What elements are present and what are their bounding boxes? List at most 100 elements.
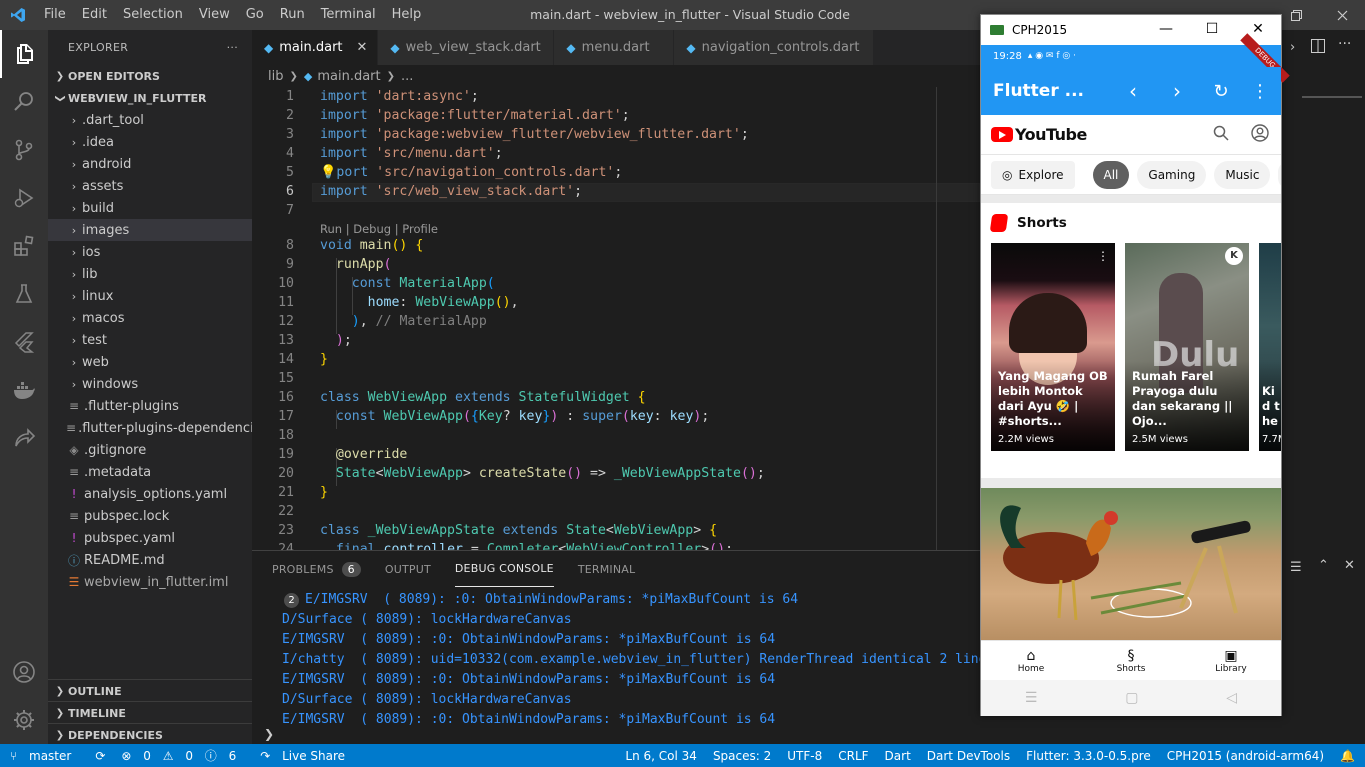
- menu-edit[interactable]: Edit: [74, 0, 115, 30]
- line-endings[interactable]: CRLF: [830, 749, 876, 763]
- search-icon[interactable]: [1213, 125, 1229, 145]
- menu-file[interactable]: File: [36, 0, 74, 30]
- sync-icon[interactable]: ⟳: [87, 749, 113, 763]
- live-share-button[interactable]: ↷ Live Share: [252, 749, 361, 763]
- tab-web-view-stack[interactable]: ◆ web_view_stack.dart: [378, 30, 555, 65]
- chip-more[interactable]: [1278, 160, 1281, 189]
- folder-item[interactable]: › .dart_tool: [48, 109, 252, 131]
- extensions-icon[interactable]: [0, 222, 48, 270]
- menu-run[interactable]: Run: [272, 0, 313, 30]
- breadcrumb-more[interactable]: ...: [401, 69, 413, 84]
- file-item[interactable]: ≡ .flutter-plugins-dependencies: [48, 417, 268, 439]
- folder-item[interactable]: › .idea: [48, 131, 252, 153]
- outline-section[interactable]: ❯ OUTLINE: [48, 679, 252, 702]
- maximize-panel-icon[interactable]: ⌃: [1318, 558, 1329, 573]
- explorer-icon[interactable]: [0, 30, 48, 78]
- file-item[interactable]: ☰ webview_in_flutter.iml: [48, 571, 252, 593]
- source-control-icon[interactable]: [0, 126, 48, 174]
- menu-help[interactable]: Help: [384, 0, 430, 30]
- folder-item[interactable]: › windows: [48, 373, 252, 395]
- problems-indicator[interactable]: ⊗ 0 ⚠ 0 ⓘ 6: [113, 747, 252, 764]
- project-section[interactable]: ❯ WEBVIEW_IN_FLUTTER: [48, 87, 252, 109]
- encoding[interactable]: UTF-8: [779, 749, 830, 763]
- console-prompt-icon[interactable]: ❯: [264, 727, 274, 741]
- forward-arrow-icon[interactable]: ›: [1155, 79, 1199, 103]
- more-vert-icon[interactable]: ⋮: [1097, 249, 1109, 263]
- language-mode[interactable]: Dart: [877, 749, 919, 763]
- file-item[interactable]: ! analysis_options.yaml: [48, 483, 252, 505]
- close-tab-icon[interactable]: ✕: [357, 40, 368, 55]
- indentation[interactable]: Spaces: 2: [705, 749, 779, 763]
- youtube-logo[interactable]: YouTube: [991, 125, 1087, 144]
- nav-library[interactable]: ▣ Library: [1181, 641, 1281, 680]
- short-card[interactable]: ⋮ Yang Magang OB lebih Montok dari Ayu 🤣…: [991, 243, 1115, 451]
- cursor-position[interactable]: Ln 6, Col 34: [617, 749, 705, 763]
- tab-menu[interactable]: ◆ menu.dart: [554, 30, 675, 65]
- folder-item[interactable]: › linux: [48, 285, 252, 307]
- settings-gear-icon[interactable]: [0, 696, 48, 744]
- menu-more-icon[interactable]: ⋮: [1243, 81, 1277, 102]
- debug-console-output[interactable]: 2 E/IMGSRV ( 8089): :0: ObtainWindowParam…: [252, 587, 994, 727]
- file-item[interactable]: ! pubspec.yaml: [48, 527, 252, 549]
- maximize-icon[interactable]: ☐: [1189, 15, 1235, 43]
- more-actions-icon[interactable]: ›: [1290, 40, 1295, 55]
- device-selector[interactable]: CPH2015 (android-arm64): [1159, 749, 1332, 763]
- run-debug-icon[interactable]: [0, 174, 48, 222]
- folder-item[interactable]: › test: [48, 329, 252, 351]
- folder-item[interactable]: › ios: [48, 241, 252, 263]
- short-card[interactable]: Kid the 7.7M: [1259, 243, 1281, 451]
- menu-view[interactable]: View: [191, 0, 238, 30]
- file-item[interactable]: ≡ pubspec.lock: [48, 505, 252, 527]
- split-editor-icon[interactable]: [1310, 38, 1326, 58]
- menu-terminal[interactable]: Terminal: [313, 0, 384, 30]
- folder-item[interactable]: › lib: [48, 263, 252, 285]
- tab-debug-console[interactable]: DEBUG CONSOLE: [454, 551, 554, 587]
- chip-all[interactable]: All: [1092, 160, 1130, 189]
- branch-indicator[interactable]: ⑂ master: [0, 749, 87, 763]
- tab-terminal[interactable]: TERMINAL: [578, 551, 636, 587]
- menu-selection[interactable]: Selection: [115, 0, 191, 30]
- timeline-section[interactable]: ❯ TIMELINE: [48, 701, 252, 724]
- recents-icon[interactable]: ☰: [1025, 690, 1038, 706]
- home-button-icon[interactable]: ▢: [1125, 690, 1138, 706]
- file-item[interactable]: ◈ .gitignore: [48, 439, 252, 461]
- chip-explore[interactable]: ◎ Explore: [991, 160, 1075, 189]
- menu-go[interactable]: Go: [238, 0, 272, 30]
- flutter-icon[interactable]: [0, 318, 48, 366]
- short-card[interactable]: Dulu K Rumah Farel Prayoga dulu dan seka…: [1125, 243, 1249, 451]
- tab-problems[interactable]: PROBLEMS 6: [272, 551, 361, 587]
- code-editor[interactable]: 1 import 'dart:async'; 2 import 'package:f…: [252, 87, 980, 550]
- filter-icon[interactable]: ☰: [1290, 560, 1302, 575]
- chip-gaming[interactable]: Gaming: [1137, 160, 1207, 189]
- video-thumbnail[interactable]: [981, 488, 1281, 640]
- folder-item[interactable]: › web: [48, 351, 252, 373]
- back-icon[interactable]: ◁: [1226, 690, 1237, 706]
- reload-icon[interactable]: ↻: [1199, 81, 1243, 102]
- dart-devtools[interactable]: Dart DevTools: [919, 749, 1018, 763]
- breadcrumb-file[interactable]: main.dart: [317, 69, 380, 84]
- search-icon[interactable]: [0, 78, 48, 126]
- file-item[interactable]: ≡ .flutter-plugins: [48, 395, 252, 417]
- folder-item[interactable]: › build: [48, 197, 252, 219]
- breadcrumb-folder[interactable]: lib: [268, 69, 283, 84]
- folder-item[interactable]: › android: [48, 153, 252, 175]
- chip-music[interactable]: Music: [1214, 160, 1271, 189]
- ellipsis-icon[interactable]: ···: [1338, 36, 1351, 52]
- tab-output[interactable]: OUTPUT: [385, 551, 431, 587]
- close-window-icon[interactable]: [1319, 0, 1365, 30]
- back-arrow-icon[interactable]: ‹: [1111, 79, 1155, 103]
- notifications-icon[interactable]: 🔔: [1332, 749, 1365, 763]
- folder-item[interactable]: › assets: [48, 175, 252, 197]
- more-actions-icon[interactable]: ···: [227, 41, 238, 54]
- lightbulb-icon[interactable]: 💡: [320, 165, 336, 180]
- nav-shorts[interactable]: § Shorts: [1081, 641, 1181, 680]
- account-icon[interactable]: [0, 648, 48, 696]
- flutter-version[interactable]: Flutter: 3.3.0-0.5.pre: [1018, 749, 1159, 763]
- live-share-icon[interactable]: [0, 414, 48, 462]
- file-item[interactable]: ≡ .metadata: [48, 461, 252, 483]
- tab-navigation-controls[interactable]: ◆ navigation_controls.dart: [674, 30, 875, 65]
- tab-main-dart[interactable]: ◆ main.dart ✕: [252, 30, 379, 65]
- file-item[interactable]: ⓘ README.md: [48, 549, 252, 571]
- close-panel-icon[interactable]: ✕: [1344, 558, 1355, 573]
- nav-home[interactable]: ⌂ Home: [981, 641, 1081, 680]
